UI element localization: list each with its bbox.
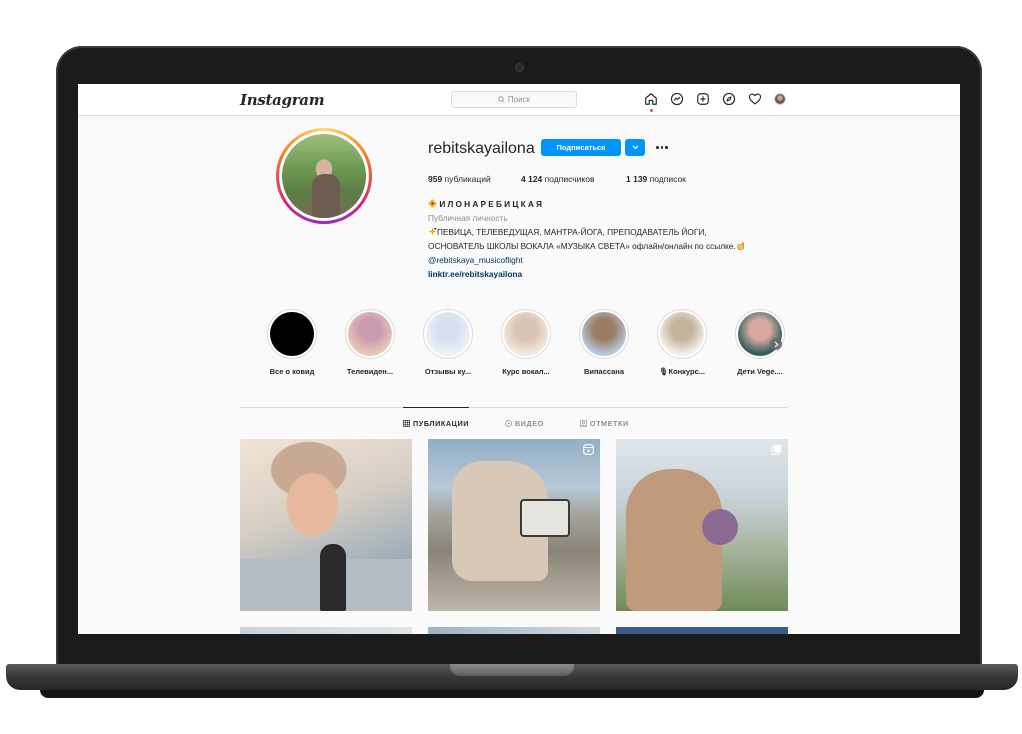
posts-stat: 959 публикаций (428, 174, 491, 184)
highlight-cover-image (348, 312, 392, 356)
laptop-base-shadow (40, 690, 984, 698)
follow-button[interactable]: Подписаться (541, 139, 621, 156)
highlight-label: 🎙Конкурс... (658, 367, 706, 376)
tabs-divider (240, 407, 788, 408)
tagged-person-icon (579, 420, 587, 427)
highlight-cover-ring (501, 309, 551, 359)
highlight-label: Все о ковид (269, 367, 315, 376)
pointing-hand-emoji-icon (737, 242, 744, 250)
highlight-cover-ring (735, 309, 785, 359)
bio-mention-link[interactable]: @rebitskaya_musicoflight (428, 253, 788, 267)
suggested-accounts-button[interactable] (625, 139, 645, 156)
profile-stats: 959 публикаций 4 124 подписчиков 1 139 п… (428, 174, 686, 184)
story-highlight[interactable]: Все о ковид (266, 309, 318, 376)
highlights-next-button[interactable] (770, 338, 782, 350)
profile-bio: ИЛОНАРЕБИЦКАЯ Публичная личность ПЕВИЦА,… (428, 197, 788, 281)
instagram-logo[interactable]: Instagram (240, 91, 325, 109)
highlight-cover-image (270, 312, 314, 356)
flower-emoji-icon (428, 199, 437, 208)
story-highlight[interactable]: Випассана (578, 309, 630, 376)
story-highlight[interactable]: Отзывы ку... (422, 309, 474, 376)
profile-username: rebitskayailona (428, 140, 535, 157)
tab-tagged[interactable]: ОТМЕТКИ (579, 419, 629, 428)
webcam (516, 64, 523, 71)
browser-screen: Instagram Поиск rebitskayailona Подписат… (78, 84, 960, 634)
home-active-indicator (650, 109, 653, 112)
grid-icon (403, 420, 410, 427)
home-icon[interactable] (644, 92, 658, 106)
story-highlights: Все о ковид Телевиден... Отзывы ку... Курс … (266, 309, 786, 376)
highlight-label: Отзывы ку... (424, 367, 472, 376)
post-thumbnail[interactable] (428, 439, 600, 611)
highlight-label: Випассана (583, 367, 625, 376)
more-options-icon[interactable] (655, 139, 669, 156)
story-highlight[interactable]: Курс вокал... (500, 309, 552, 376)
post-thumbnail[interactable] (616, 627, 788, 634)
profile-photo (282, 134, 366, 218)
story-highlight[interactable]: 🎙Конкурс... (656, 309, 708, 376)
posts-grid (240, 439, 788, 634)
highlight-cover-image (582, 312, 626, 356)
bio-line-2: ОСНОВАТЕЛЬ ШКОЛЫ ВОКАЛА «МУЗЫКА СВЕТА» о… (428, 239, 788, 253)
nav-icons (644, 92, 786, 106)
following-stat[interactable]: 1 139 подписок (626, 174, 686, 184)
video-play-icon (505, 420, 512, 427)
search-placeholder: Поиск (507, 95, 531, 104)
active-tab-indicator (403, 407, 469, 408)
story-highlight[interactable]: Телевиден... (344, 309, 396, 376)
chevron-down-icon (632, 145, 638, 150)
profile-tabs: ПУБЛИКАЦИИ ВИДЕО ОТМЕТКИ (403, 419, 629, 428)
highlight-cover-ring (423, 309, 473, 359)
highlight-cover-ring (579, 309, 629, 359)
profile-full-name-row: ИЛОНАРЕБИЦКАЯ (428, 197, 788, 211)
tab-posts[interactable]: ПУБЛИКАЦИИ (403, 419, 469, 428)
post-thumbnail[interactable] (240, 439, 412, 611)
highlight-cover-image (426, 312, 470, 356)
followers-stat[interactable]: 4 124 подписчиков (521, 174, 626, 184)
reel-icon (583, 444, 594, 455)
profile-full-name: ИЛОНАРЕБИЦКАЯ (439, 199, 545, 209)
post-thumbnail[interactable] (428, 627, 600, 634)
top-navigation: Instagram Поиск (78, 84, 960, 116)
messenger-icon[interactable] (670, 92, 684, 106)
post-thumbnail[interactable] (240, 627, 412, 634)
explore-icon[interactable] (722, 92, 736, 106)
search-icon (498, 96, 505, 103)
laptop-mockup: Instagram Поиск rebitskayailona Подписат… (0, 0, 1022, 734)
bio-website-link[interactable]: linktr.ee/rebitskayailona (428, 267, 788, 281)
profile-avatar-icon[interactable] (774, 93, 786, 105)
highlight-cover-ring (657, 309, 707, 359)
chevron-right-icon (774, 341, 779, 347)
profile-avatar-story-ring[interactable] (276, 128, 372, 224)
highlight-label: Курс вокал... (502, 367, 550, 376)
highlight-label: Дети Vege.... (737, 367, 783, 376)
sparkle-emoji-icon (428, 227, 437, 236)
highlight-cover-image (660, 312, 704, 356)
new-post-icon[interactable] (696, 92, 710, 106)
search-box[interactable]: Поиск (451, 91, 577, 108)
highlight-label: Телевиден... (346, 367, 394, 376)
activity-heart-icon[interactable] (748, 92, 762, 106)
carousel-icon (771, 444, 782, 455)
post-thumbnail[interactable] (616, 439, 788, 611)
tab-video[interactable]: ВИДЕО (505, 419, 544, 428)
highlight-cover-ring (345, 309, 395, 359)
bio-line-1: ПЕВИЦА, ТЕЛЕВЕДУЩАЯ, МАНТРА-ЙОГА, ПРЕПОД… (428, 225, 788, 239)
laptop-notch (450, 664, 574, 676)
profile-category: Публичная личность (428, 213, 508, 223)
highlight-cover-ring (267, 309, 317, 359)
highlight-cover-image (504, 312, 548, 356)
